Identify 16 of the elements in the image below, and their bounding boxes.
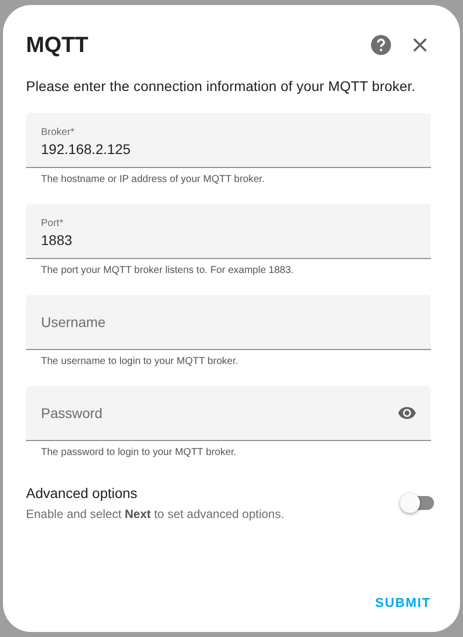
option-title: Advanced options bbox=[26, 485, 138, 501]
help-icon[interactable] bbox=[371, 35, 391, 55]
helper-text: The port your MQTT broker listens to. For example 1883. bbox=[41, 265, 295, 276]
toggle-switch[interactable] bbox=[400, 493, 434, 513]
field-label: Port* bbox=[41, 218, 64, 229]
close-icon[interactable] bbox=[413, 38, 427, 52]
helper-text: The hostname or IP address of your MQTT broker. bbox=[41, 174, 266, 185]
input-field[interactable]: 1883 bbox=[41, 232, 341, 248]
dialog-description: Please enter the connection information of your MQTT broker. bbox=[26, 78, 416, 94]
option-description: Enable and select Next to set advanced options. bbox=[26, 507, 284, 521]
helper-text: The password to login to your MQTT broker. bbox=[41, 447, 238, 458]
eye-icon[interactable] bbox=[398, 407, 416, 419]
helper-text: The username to login to your MQTT broker. bbox=[41, 356, 240, 367]
input-field[interactable]: 192.168.2.125 bbox=[41, 141, 341, 157]
dialog-title: MQTT bbox=[26, 32, 88, 58]
field-label: Broker* bbox=[41, 127, 76, 138]
